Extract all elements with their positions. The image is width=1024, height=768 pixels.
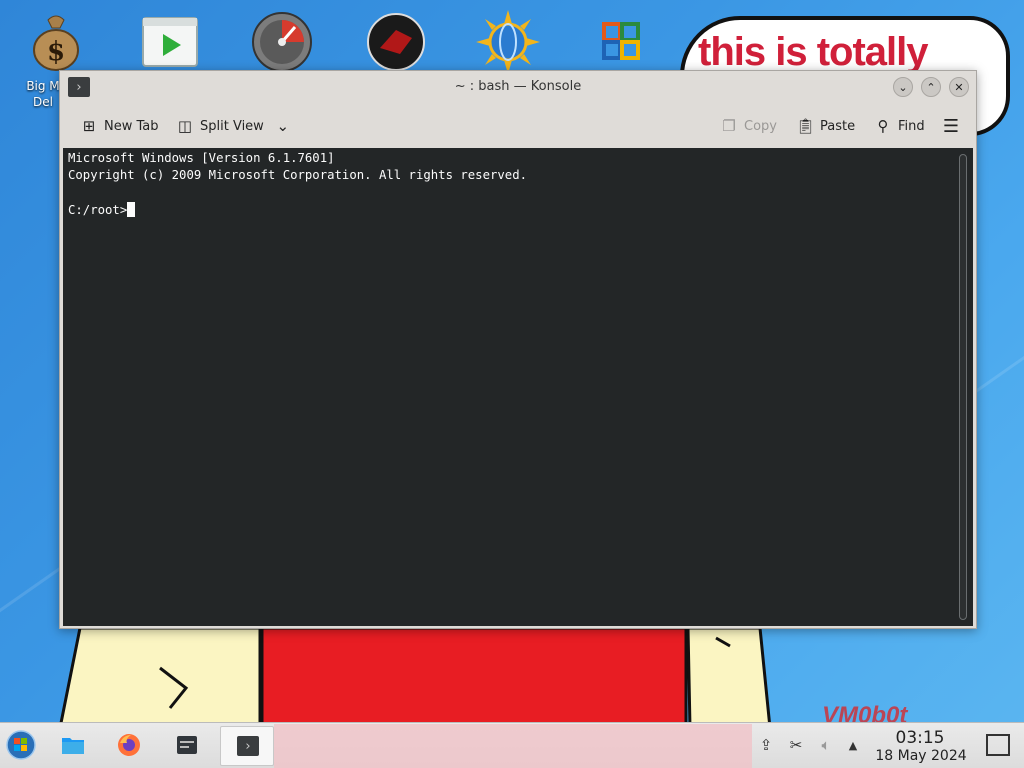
file-manager-button[interactable] [58,730,88,760]
firefox-icon [118,734,140,756]
scrollbar[interactable] [959,154,967,620]
hamburger-menu-button[interactable]: ☰ [942,115,960,137]
chevron-down-icon[interactable]: ⌄ [274,117,292,135]
split-view-icon: ◫ [177,117,193,135]
cartoon-drawing [58,628,772,728]
windows-logo-icon [6,730,36,760]
text-cursor [127,202,136,217]
search-icon: ⚲ [877,117,889,135]
terminal-area[interactable]: Microsoft Windows [Version 6.1.7601] Cop… [63,148,973,626]
office-desktop-icon[interactable] [590,10,654,74]
chevron-up-icon: ⌃ [926,80,936,94]
konsole-window: › ~ : bash — Konsole ⌄ ⌃ ✕ ⊞ New Tab ◫ S… [59,70,977,629]
paste-button[interactable]: 📋︎ Paste [796,115,855,137]
close-icon: ✕ [954,80,964,94]
clock-date[interactable]: 18 May 2024 [868,748,974,764]
konsole-task-button[interactable]: › [220,726,274,766]
chevron-down-icon: ⌄ [898,80,908,94]
folder-icon [62,738,84,754]
taskbar-highlight [274,724,752,768]
sun-globe-desktop-icon[interactable] [476,10,540,74]
new-tab-button[interactable]: ⊞ New Tab [80,115,159,137]
expand-tray-icon[interactable]: ▲ [843,735,863,755]
media-player-desktop-icon[interactable] [138,10,202,74]
speedometer-desktop-icon[interactable] [250,10,314,74]
clipboard-scissors-icon[interactable]: ✂ [786,735,806,755]
copy-label: Copy [744,118,777,134]
terminal-icon: › [237,736,259,756]
find-label: Find [898,118,925,134]
copy-icon: ❐ [722,117,736,135]
paste-label: Paste [820,118,856,134]
new-tab-label: New Tab [104,118,159,134]
split-view-button[interactable]: ◫ Split View ⌄ [176,115,292,137]
money-bag-desktop-icon[interactable]: $ [24,10,88,74]
terminal-line: Microsoft Windows [Version 6.1.7601] [68,151,335,165]
toolbar: ⊞ New Tab ◫ Split View ⌄ ❐ Copy 📋︎ Paste… [60,103,976,147]
system-settings-button[interactable] [172,730,202,760]
terminal-line: Copyright (c) 2009 Microsoft Corporation… [68,168,528,182]
minimize-button[interactable]: ⌄ [893,77,913,97]
find-button[interactable]: ⚲ Find [874,115,925,137]
firefox-button[interactable] [114,730,144,760]
hamburger-menu-icon: ☰ [942,115,960,137]
window-title: ~ : bash — Konsole [454,79,582,94]
terminal-prompt: C:/root> [68,203,128,217]
new-tab-icon: ⊞ [82,117,96,135]
terminal-prompt-line: C:/root> [68,202,136,217]
volume-icon[interactable]: 🔈︎ [816,735,836,755]
maximize-button[interactable]: ⌃ [921,77,941,97]
split-view-label: Split View [200,118,264,134]
red-gadget-desktop-icon[interactable] [364,10,428,74]
clipboard-icon: 📋︎ [796,117,816,135]
bubble-text: this is totally [698,30,928,74]
updates-icon[interactable]: ⇪ [756,735,776,755]
start-menu-button[interactable] [6,730,36,760]
show-desktop-button[interactable] [986,734,1010,756]
settings-panel-icon [177,736,197,754]
clock-time[interactable]: 03:15 [874,728,966,748]
copy-button[interactable]: ❐ Copy [720,115,777,137]
title-bar[interactable]: › ~ : bash — Konsole ⌄ ⌃ ✕ [60,71,976,103]
close-button[interactable]: ✕ [949,77,969,97]
svg-text:$: $ [47,37,65,67]
